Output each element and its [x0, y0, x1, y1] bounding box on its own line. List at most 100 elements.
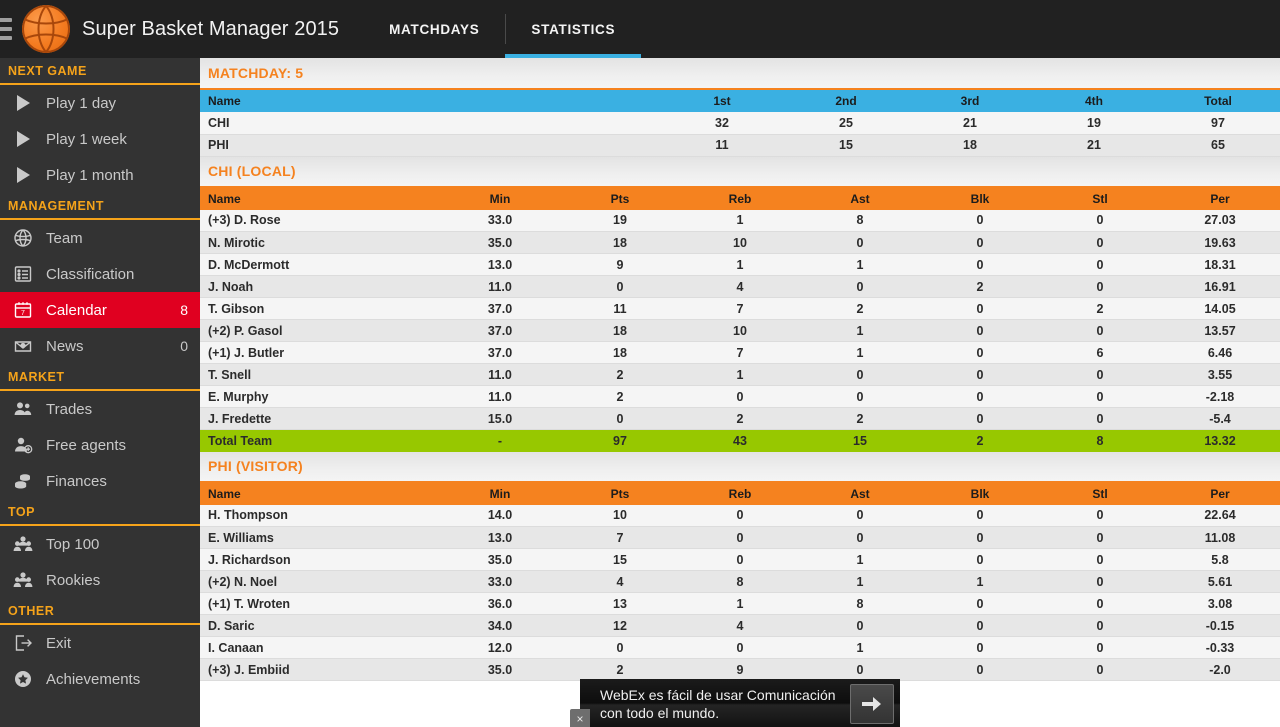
column-header-min[interactable]: Min: [440, 187, 560, 210]
stat-cell: 8: [800, 209, 920, 232]
table-row[interactable]: (+3) J. Embiid 35.0 2 9 0 0 0 -2.0: [200, 658, 1280, 681]
hamburger-icon[interactable]: [0, 18, 12, 40]
exit-icon: [8, 633, 38, 653]
stat-cell: 0: [920, 385, 1040, 408]
play-icon: [8, 93, 38, 113]
stat-cell: 7: [680, 341, 800, 364]
table-row[interactable]: H. Thompson 14.0 10 0 0 0 0 22.64: [200, 504, 1280, 527]
table-row[interactable]: (+2) P. Gasol 37.0 18 10 1 0 0 13.57: [200, 319, 1280, 342]
table-row[interactable]: J. Noah 11.0 0 4 0 2 0 16.91: [200, 275, 1280, 298]
users-icon: [8, 399, 38, 419]
sidebar-item-exit[interactable]: Exit: [0, 625, 200, 661]
stat-cell: 10: [680, 319, 800, 342]
column-header-4th[interactable]: 4th: [1032, 90, 1156, 112]
column-header-reb[interactable]: Reb: [680, 187, 800, 210]
column-header-pts[interactable]: Pts: [560, 187, 680, 210]
column-header-name[interactable]: Name: [200, 90, 660, 112]
sidebar-item-team[interactable]: Team: [0, 220, 200, 256]
column-header-blk[interactable]: Blk: [920, 482, 1040, 505]
sidebar-item-trades[interactable]: Trades: [0, 391, 200, 427]
column-header-1st[interactable]: 1st: [660, 90, 784, 112]
sidebar-item-rookies[interactable]: Rookies: [0, 562, 200, 598]
stat-cell: 0: [680, 548, 800, 571]
basketball-icon: [8, 228, 38, 248]
table-row-total[interactable]: Total Team -97 43 15 2 8 13.32: [200, 429, 1280, 452]
stat-cell: 0: [920, 297, 1040, 320]
stat-cell: 0: [1040, 526, 1160, 549]
stat-cell: 12.0: [440, 636, 560, 659]
column-header-total[interactable]: Total: [1156, 90, 1280, 112]
table-row[interactable]: E. Murphy 11.0 2 0 0 0 0 -2.18: [200, 385, 1280, 408]
arrow-right-icon[interactable]: [850, 684, 894, 724]
stat-cell: 43: [680, 429, 800, 452]
visitor-team-heading: PHI (VISITOR): [200, 451, 1280, 483]
table-row[interactable]: (+1) J. Butler 37.0 18 7 1 0 6 6.46: [200, 341, 1280, 364]
table-row[interactable]: PHI 11 15 18 21 65: [200, 134, 1280, 157]
sidebar-item-classification[interactable]: Classification: [0, 256, 200, 292]
stat-cell: 35.0: [440, 231, 560, 254]
close-icon[interactable]: ×: [570, 709, 590, 727]
sidebar-item-news[interactable]: News 0: [0, 328, 200, 364]
stat-cell: 1: [920, 570, 1040, 593]
stat-cell: 1: [800, 636, 920, 659]
stat-cell: 7: [680, 297, 800, 320]
player-name-cell: CHI: [200, 112, 660, 135]
table-row[interactable]: T. Snell 11.0 2 1 0 0 0 3.55: [200, 363, 1280, 386]
stat-cell: 0: [920, 209, 1040, 232]
table-row[interactable]: E. Williams 13.0 7 0 0 0 0 11.08: [200, 526, 1280, 549]
stat-cell: 3.08: [1160, 592, 1280, 615]
table-row[interactable]: D. McDermott 13.0 9 1 1 0 0 18.31: [200, 253, 1280, 276]
stat-cell: 65: [1156, 134, 1280, 157]
column-header-name[interactable]: Name: [200, 187, 440, 210]
column-header-ast[interactable]: Ast: [800, 187, 920, 210]
table-row[interactable]: (+1) T. Wroten 36.0 13 1 8 0 0 3.08: [200, 592, 1280, 615]
stat-cell: 4: [560, 570, 680, 593]
svg-text:7: 7: [21, 310, 25, 317]
table-row[interactable]: (+3) D. Rose 33.0 19 1 8 0 0 27.03: [200, 209, 1280, 232]
sidebar-item-finances[interactable]: Finances: [0, 463, 200, 499]
sidebar-item-top-100[interactable]: Top 100: [0, 526, 200, 562]
sidebar-item-play-1-week[interactable]: Play 1 week: [0, 121, 200, 157]
column-header-name[interactable]: Name: [200, 482, 440, 505]
stat-cell: 11.0: [440, 275, 560, 298]
tab-matchdays[interactable]: MATCHDAYS: [363, 0, 505, 58]
stat-cell: 97: [1156, 112, 1280, 135]
stat-cell: 5.61: [1160, 570, 1280, 593]
table-row[interactable]: CHI 32 25 21 19 97: [200, 112, 1280, 135]
table-row[interactable]: (+2) N. Noel 33.0 4 8 1 1 0 5.61: [200, 570, 1280, 593]
visitor-header-row: Name Min Pts Reb Ast Blk Stl Per: [200, 482, 1280, 505]
table-row[interactable]: I. Canaan 12.0 0 0 1 0 0 -0.33: [200, 636, 1280, 659]
column-header-3rd[interactable]: 3rd: [908, 90, 1032, 112]
sidebar-item-play-1-day[interactable]: Play 1 day: [0, 85, 200, 121]
column-header-blk[interactable]: Blk: [920, 187, 1040, 210]
sidebar-item-free-agents[interactable]: Free agents: [0, 427, 200, 463]
tab-statistics[interactable]: STATISTICS: [505, 0, 641, 58]
ad-banner[interactable]: × WebEx es fácil de usar Comunicación co…: [570, 679, 900, 727]
column-header-per[interactable]: Per: [1160, 187, 1280, 210]
column-header-per[interactable]: Per: [1160, 482, 1280, 505]
sidebar-item-achievements[interactable]: Achievements: [0, 661, 200, 697]
sidebar-group-title: MARKET: [0, 364, 200, 391]
column-header-2nd[interactable]: 2nd: [784, 90, 908, 112]
table-row[interactable]: J. Fredette 15.0 0 2 2 0 0 -5.4: [200, 407, 1280, 430]
sidebar-item-label: Play 1 month: [46, 166, 134, 184]
table-row[interactable]: N. Mirotic 35.0 18 10 0 0 0 19.63: [200, 231, 1280, 254]
sidebar-group-title: TOP: [0, 499, 200, 526]
table-row[interactable]: J. Richardson 35.0 15 0 1 0 0 5.8: [200, 548, 1280, 571]
stat-cell: 37.0: [440, 297, 560, 320]
sidebar-item-play-1-month[interactable]: Play 1 month: [0, 157, 200, 193]
stat-cell: 34.0: [440, 614, 560, 637]
table-row[interactable]: D. Saric 34.0 12 4 0 0 0 -0.15: [200, 614, 1280, 637]
column-header-pts[interactable]: Pts: [560, 482, 680, 505]
column-header-min[interactable]: Min: [440, 482, 560, 505]
stat-cell: 0: [800, 526, 920, 549]
stat-cell: 0: [800, 385, 920, 408]
stat-cell: 13.32: [1160, 429, 1280, 452]
column-header-reb[interactable]: Reb: [680, 482, 800, 505]
column-header-stl[interactable]: Stl: [1040, 482, 1160, 505]
column-header-ast[interactable]: Ast: [800, 482, 920, 505]
column-header-stl[interactable]: Stl: [1040, 187, 1160, 210]
table-row[interactable]: T. Gibson 37.0 11 7 2 0 2 14.05: [200, 297, 1280, 320]
sidebar-item-calendar[interactable]: 7 Calendar 8: [0, 292, 200, 328]
play-icon: [8, 165, 38, 185]
